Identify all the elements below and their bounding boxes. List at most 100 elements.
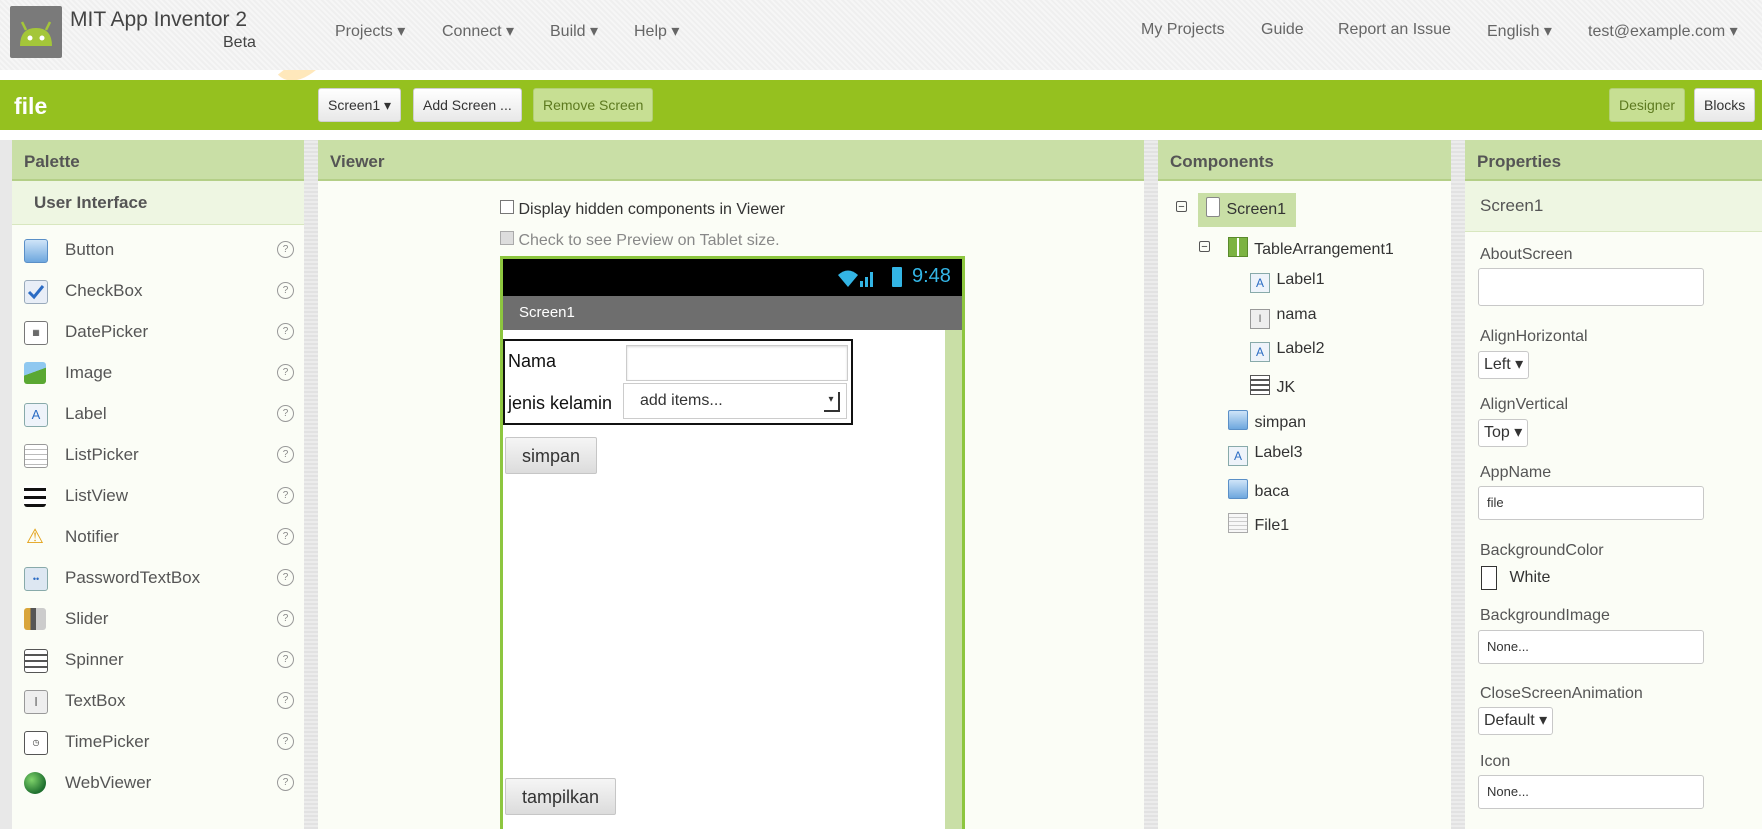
- tree-item-nama[interactable]: I nama: [1250, 306, 1316, 329]
- textbox-icon: I: [1250, 309, 1270, 329]
- help-icon[interactable]: ?: [277, 651, 294, 668]
- help-icon[interactable]: ?: [277, 405, 294, 422]
- help-icon[interactable]: ?: [277, 610, 294, 627]
- button-icon: [1228, 479, 1248, 499]
- link-guide[interactable]: Guide: [1261, 21, 1304, 39]
- tree-item-baca[interactable]: baca: [1228, 479, 1289, 501]
- hidden-components-label: Display hidden components in Viewer: [518, 201, 785, 218]
- project-toolbar: [0, 80, 1762, 130]
- palette-item-button[interactable]: Button ?: [12, 230, 304, 271]
- help-icon[interactable]: ?: [277, 487, 294, 504]
- help-icon[interactable]: ?: [277, 569, 294, 586]
- hidden-components-option[interactable]: Display hidden components in Viewer: [500, 200, 785, 219]
- jk-spinner[interactable]: add items... ▾: [623, 383, 847, 419]
- color-swatch: [1481, 566, 1497, 590]
- menu-account[interactable]: test@example.com ▾: [1588, 21, 1738, 41]
- status-time: 9:48: [912, 265, 951, 287]
- palette-category-user-interface[interactable]: User Interface: [12, 181, 304, 225]
- help-icon[interactable]: ?: [277, 692, 294, 709]
- palette-divider[interactable]: [304, 140, 318, 829]
- designer-button[interactable]: Designer: [1609, 88, 1686, 122]
- palette-item-checkbox[interactable]: CheckBox ?: [12, 271, 304, 312]
- listview-icon: [24, 485, 46, 507]
- tree-item-jk[interactable]: JK: [1250, 375, 1295, 397]
- hidden-components-checkbox[interactable]: [500, 200, 514, 214]
- nama-textbox[interactable]: [626, 345, 848, 381]
- spinner-icon: [1250, 375, 1270, 395]
- palette-item-label: TextBox: [65, 691, 126, 710]
- backgroundcolor-picker[interactable]: White: [1481, 566, 1550, 590]
- components-divider[interactable]: [1451, 140, 1465, 829]
- viewer-header: Viewer: [318, 140, 1144, 181]
- palette-item-notifier[interactable]: ⚠ Notifier ?: [12, 517, 304, 558]
- palette-item-image[interactable]: Image ?: [12, 353, 304, 394]
- palette-item-slider[interactable]: Slider ?: [12, 599, 304, 640]
- prop-label-backgroundcolor: BackgroundColor: [1480, 542, 1604, 559]
- tree-item-label3[interactable]: A Label3: [1228, 444, 1303, 466]
- closescreenanimation-select[interactable]: Default ▾: [1478, 707, 1554, 735]
- tree-label: baca: [1254, 483, 1290, 500]
- viewer-divider[interactable]: [1144, 140, 1158, 829]
- palette-item-label: ListView: [65, 486, 128, 505]
- menu-help[interactable]: Help ▾: [634, 21, 679, 41]
- palette-item-spinner[interactable]: Spinner ?: [12, 640, 304, 681]
- palette-item-label: TimePicker: [65, 732, 150, 751]
- menu-build[interactable]: Build ▾: [550, 21, 598, 41]
- collapse-table-icon[interactable]: −: [1199, 241, 1210, 253]
- alignvertical-select[interactable]: Top ▾: [1478, 419, 1529, 447]
- tree-item-label2[interactable]: A Label2: [1250, 340, 1325, 362]
- tree-item-simpan[interactable]: simpan: [1228, 410, 1306, 432]
- tree-item-screen1[interactable]: Screen1: [1198, 193, 1296, 227]
- project-name: file: [14, 93, 48, 119]
- phone-screen-title: Screen1: [519, 304, 575, 321]
- palette-item-listpicker[interactable]: ListPicker ?: [12, 435, 304, 476]
- tree-item-label1[interactable]: A Label1: [1250, 271, 1325, 293]
- help-icon[interactable]: ?: [277, 446, 294, 463]
- menu-language[interactable]: English ▾: [1487, 21, 1552, 41]
- help-icon[interactable]: ?: [277, 323, 294, 340]
- simpan-button[interactable]: simpan: [505, 437, 598, 474]
- tree-label: JK: [1276, 379, 1296, 396]
- link-my-projects[interactable]: My Projects: [1141, 21, 1225, 39]
- palette-header: Palette: [12, 140, 304, 181]
- help-icon[interactable]: ?: [277, 733, 294, 750]
- palette-item-textbox[interactable]: I TextBox ?: [12, 681, 304, 722]
- tampilkan-button[interactable]: tampilkan: [505, 778, 617, 815]
- alignhorizontal-select[interactable]: Left ▾: [1478, 351, 1530, 379]
- help-icon[interactable]: ?: [277, 364, 294, 381]
- icon-picker[interactable]: None...: [1478, 775, 1704, 809]
- blocks-button[interactable]: Blocks: [1694, 88, 1756, 122]
- tablet-preview-option[interactable]: Check to see Preview on Tablet size.: [500, 231, 780, 250]
- backgroundimage-picker[interactable]: None...: [1478, 630, 1704, 664]
- add-screen-button[interactable]: Add Screen ...: [413, 88, 522, 122]
- tablet-preview-label: Check to see Preview on Tablet size.: [518, 232, 780, 249]
- help-icon[interactable]: ?: [277, 528, 294, 545]
- palette-item-listview[interactable]: ListView ?: [12, 476, 304, 517]
- tablet-preview-checkbox[interactable]: [500, 231, 514, 245]
- menu-connect[interactable]: Connect ▾: [442, 21, 514, 41]
- help-icon[interactable]: ?: [277, 774, 294, 791]
- appname-input[interactable]: file: [1478, 486, 1704, 520]
- prop-label-closescreenanimation: CloseScreenAnimation: [1480, 685, 1643, 702]
- remove-screen-button[interactable]: Remove Screen: [533, 88, 654, 122]
- battery-icon: [892, 267, 902, 287]
- palette-item-timepicker[interactable]: ◷ TimePicker ?: [12, 722, 304, 763]
- palette-item-datepicker[interactable]: ▦ DatePicker ?: [12, 312, 304, 353]
- palette-item-passwordtextbox[interactable]: •• PasswordTextBox ?: [12, 558, 304, 599]
- collapse-screen1-icon[interactable]: −: [1176, 201, 1187, 213]
- menu-projects[interactable]: Projects ▾: [335, 21, 405, 41]
- tree-item-tablearrangement1[interactable]: TableArrangement1: [1228, 237, 1394, 259]
- prop-label-alignvertical: AlignVertical: [1480, 396, 1569, 413]
- warning-icon: ⚠: [26, 526, 44, 548]
- help-icon[interactable]: ?: [277, 241, 294, 258]
- app-inventor-logo[interactable]: [10, 6, 62, 58]
- link-report-issue[interactable]: Report an Issue: [1338, 21, 1451, 39]
- tree-item-file1[interactable]: File1: [1228, 513, 1289, 535]
- palette-item-webviewer[interactable]: WebViewer ?: [12, 763, 304, 804]
- help-icon[interactable]: ?: [277, 282, 294, 299]
- app-title: MIT App Inventor 2: [70, 8, 248, 31]
- aboutscreen-textarea[interactable]: [1478, 268, 1704, 306]
- palette-item-label[interactable]: A Label ?: [12, 394, 304, 435]
- screen-select-dropdown[interactable]: Screen1 ▾: [318, 88, 402, 122]
- tree-label: File1: [1254, 517, 1290, 534]
